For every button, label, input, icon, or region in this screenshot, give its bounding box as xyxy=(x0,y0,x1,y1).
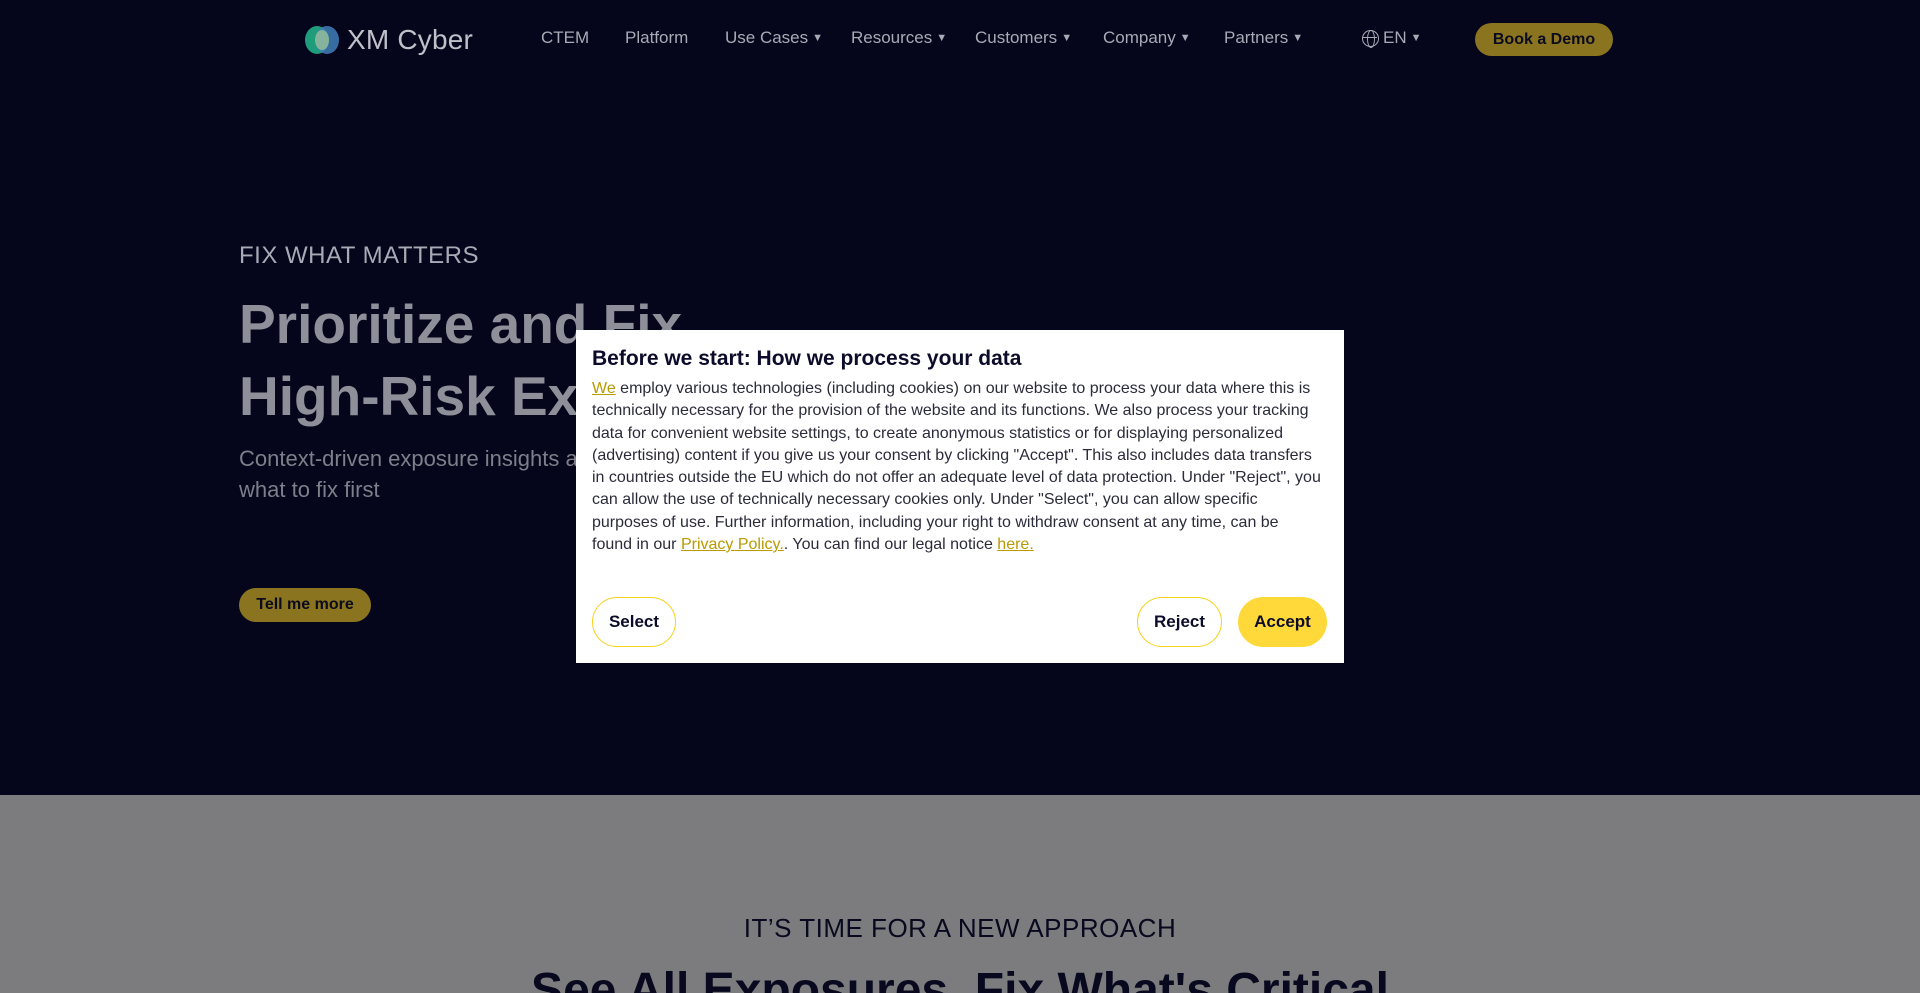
legal-notice-link[interactable]: here. xyxy=(997,536,1033,553)
select-button[interactable]: Select xyxy=(592,597,676,647)
consent-title: Before we start: How we process your dat… xyxy=(592,347,1022,370)
we-link[interactable]: We xyxy=(592,380,616,397)
cookie-consent-dialog: Before we start: How we process your dat… xyxy=(576,330,1344,663)
accept-button[interactable]: Accept xyxy=(1238,597,1327,647)
reject-button[interactable]: Reject xyxy=(1137,597,1222,647)
consent-text-part-2: . You can find our legal notice xyxy=(783,536,998,554)
privacy-policy-link[interactable]: Privacy Policy. xyxy=(681,536,784,553)
consent-text-part-1: employ various technologies (including c… xyxy=(592,380,1321,554)
consent-text: We employ various technologies (includin… xyxy=(592,378,1322,556)
